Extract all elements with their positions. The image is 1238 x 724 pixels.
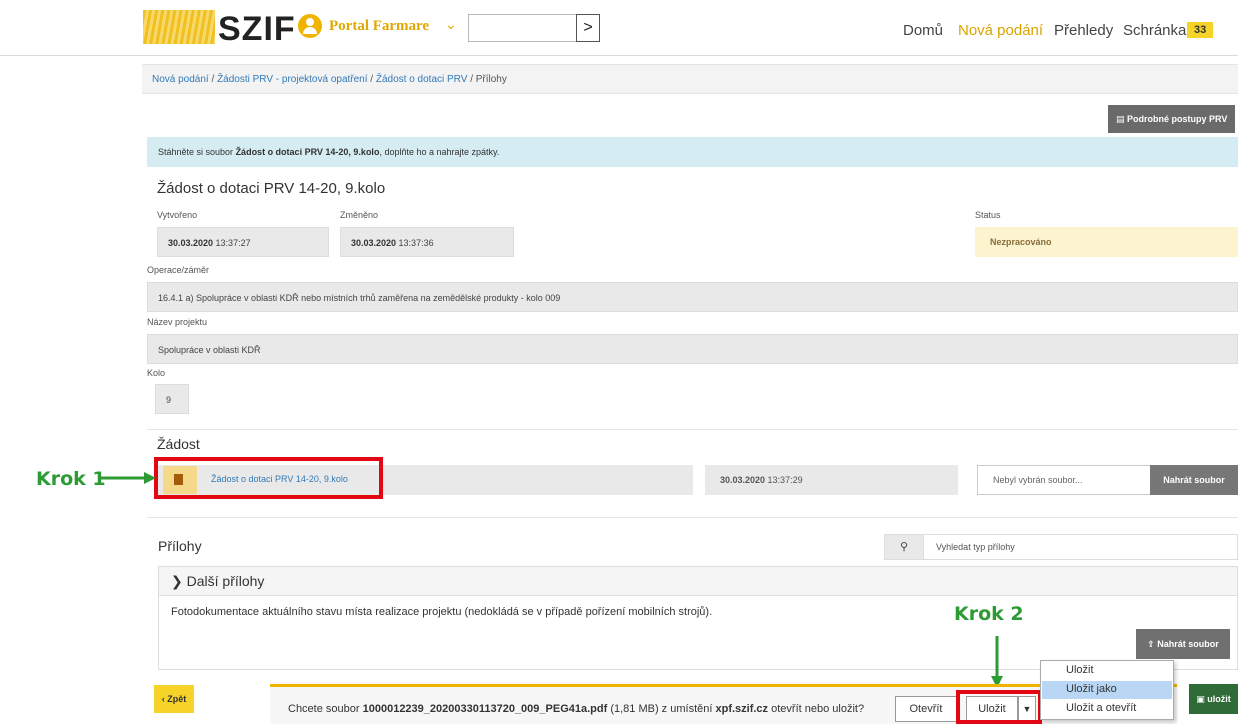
breadcrumb-separator: /: [470, 74, 473, 85]
breadcrumb-current: Přílohy: [475, 74, 507, 85]
portal-name[interactable]: Portal Farmare: [329, 18, 429, 35]
attachment-search-input[interactable]: Vyhledat typ přílohy: [923, 534, 1238, 560]
user-icon[interactable]: [298, 14, 322, 38]
download-size: (1,81 MB) z umístění: [607, 703, 716, 715]
request-file-input[interactable]: Nebyl vybrán soubor...: [977, 465, 1151, 495]
operation-value: 16.4.1 a) Spolupráce v oblasti KDŘ nebo …: [147, 282, 1238, 312]
section-divider: [147, 429, 1238, 430]
attachment-upload-button[interactable]: ⇪ Nahrát soubor: [1136, 629, 1230, 659]
attachment-upload-label: Nahrát soubor: [1157, 639, 1219, 649]
step2-label: Krok 2: [954, 603, 1024, 625]
breadcrumb-zadost-o-dotaci[interactable]: Žádost o dotaci PRV: [376, 74, 468, 85]
changed-time: 13:37:36: [396, 238, 434, 248]
floppy-icon: ▣: [1196, 694, 1208, 704]
step2-highlight-box: [956, 690, 1042, 724]
info-filename: Žádost o dotaci PRV 14-20, 9.kolo: [235, 147, 380, 157]
back-button[interactable]: ‹ Zpět: [154, 685, 194, 713]
szif-logo-text: SZIF: [218, 10, 296, 48]
back-button-label: Zpět: [167, 694, 187, 704]
info-suffix: , doplňte ho a nahrajte zpátky.: [379, 147, 500, 157]
guide-button[interactable]: ▤ Podrobné postupy PRV: [1108, 105, 1236, 133]
guide-button-label: Podrobné postupy PRV: [1127, 114, 1228, 124]
created-value: 30.03.2020 13:37:27: [157, 227, 329, 257]
download-filename: 1000012239_20200330113720_009_PEG41a.pdf: [362, 703, 608, 715]
request-section-title: Žádost: [157, 436, 200, 452]
request-file-date-value: 30.03.2020: [720, 475, 766, 485]
header-search-input[interactable]: [468, 14, 578, 42]
page-title: Žádost o dotaci PRV 14-20, 9.kolo: [157, 180, 386, 197]
step2-arrow-icon: [991, 636, 1003, 688]
status-label: Status: [975, 210, 1001, 220]
upload-icon: ⇪: [1147, 639, 1158, 649]
chevron-down-icon[interactable]: ⌄: [445, 16, 457, 33]
step1-label: Krok 1: [36, 468, 106, 490]
project-value: Spolupráce v oblasti KDŘ: [147, 334, 1238, 364]
request-file-time: 13:37:29: [765, 475, 803, 485]
save-button-label: uložit: [1207, 694, 1231, 704]
search-icon: ⚲: [884, 534, 924, 560]
nav-prehledy[interactable]: Přehledy: [1054, 22, 1113, 39]
menu-item-save-as[interactable]: Uložit jako: [1042, 681, 1172, 699]
breadcrumb-zadosti-prv[interactable]: Žádosti PRV - projektová opatření: [217, 74, 367, 85]
download-prompt: Chcete soubor 1000012239_20200330113720_…: [288, 703, 864, 715]
chevron-down-icon: ❯: [171, 573, 183, 589]
download-prompt-suffix: otevřít nebo uložit?: [768, 703, 865, 715]
created-time: 13:37:27: [213, 238, 251, 248]
step1-highlight-box: [154, 457, 383, 499]
document-icon: ▤: [1116, 114, 1128, 124]
created-date: 30.03.2020: [168, 238, 214, 248]
menu-item-save[interactable]: Uložit: [1042, 662, 1172, 680]
nav-schranka[interactable]: Schránka: [1123, 22, 1186, 39]
section-divider: [147, 517, 1238, 518]
inbox-count-badge[interactable]: 33: [1187, 22, 1214, 38]
save-button[interactable]: ▣ uložit: [1189, 684, 1238, 714]
szif-logo-graphic: [143, 10, 215, 44]
request-file-date: 30.03.2020 13:37:29: [705, 465, 958, 495]
download-domain: xpf.szif.cz: [715, 703, 769, 715]
open-button[interactable]: Otevřít: [895, 696, 957, 722]
header-search-button[interactable]: >: [576, 14, 600, 42]
status-value: Nezpracováno: [975, 227, 1238, 257]
request-upload-button[interactable]: Nahrát soubor: [1150, 465, 1238, 495]
breadcrumb-nova-podani[interactable]: Nová podání: [152, 74, 209, 85]
round-label: Kolo: [147, 368, 166, 378]
breadcrumb-separator: /: [211, 74, 215, 85]
attachments-panel-title: Další přílohy: [186, 573, 265, 589]
round-value: 9: [155, 384, 189, 414]
nav-domu[interactable]: Domů: [903, 22, 943, 39]
changed-label: Změněno: [340, 210, 379, 220]
project-label: Název projektu: [147, 317, 208, 327]
breadcrumb-separator: /: [370, 74, 374, 85]
attachments-section-title: Přílohy: [158, 538, 202, 554]
download-prompt-prefix: Chcete soubor: [288, 703, 363, 715]
info-alert: Stáhněte si soubor Žádost o dotaci PRV 1…: [147, 137, 1238, 167]
operation-label: Operace/záměr: [147, 265, 210, 275]
breadcrumb: Nová podání / Žádosti PRV - projektová o…: [142, 64, 1238, 94]
menu-item-save-and-open[interactable]: Uložit a otevřít: [1042, 700, 1172, 718]
changed-value: 30.03.2020 13:37:36: [340, 227, 514, 257]
step1-arrow-icon: [100, 472, 156, 484]
info-prefix: Stáhněte si soubor: [158, 147, 236, 157]
attachments-panel-header[interactable]: ❯ Další přílohy: [158, 566, 1238, 596]
nav-nova-podani[interactable]: Nová podání: [958, 22, 1043, 39]
attachment-description: Fotodokumentace aktuálního stavu místa r…: [171, 606, 713, 618]
created-label: Vytvořeno: [157, 210, 198, 220]
changed-date: 30.03.2020: [351, 238, 397, 248]
